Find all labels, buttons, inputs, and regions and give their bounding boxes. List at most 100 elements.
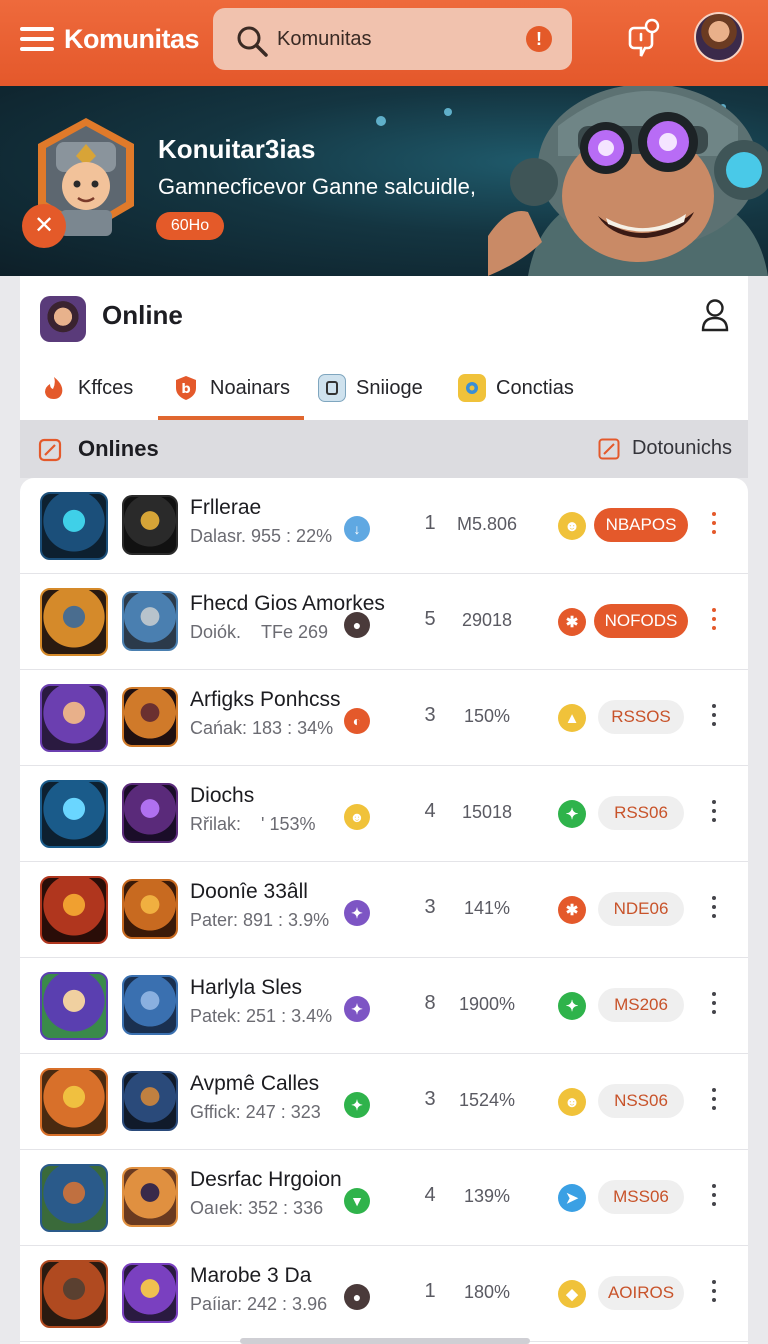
game-thumbnail[interactable]	[40, 588, 108, 656]
game-thumbnail[interactable]	[40, 1068, 108, 1136]
action-pill-button[interactable]: MS206	[598, 988, 684, 1022]
profile-icon[interactable]	[700, 298, 730, 332]
edit-icon	[598, 438, 620, 459]
bell-icon[interactable]	[626, 18, 662, 62]
game-cover[interactable]	[122, 783, 178, 843]
action-pill-button[interactable]: NOFODS	[594, 604, 688, 638]
banner-badge[interactable]: 60Ho	[156, 212, 224, 240]
more-options-icon[interactable]	[708, 1088, 720, 1116]
action-pill-button[interactable]: NDE06	[598, 892, 684, 926]
scroll-indicator[interactable]	[240, 1338, 530, 1344]
flame-icon	[40, 374, 68, 402]
stat-value: 150%	[463, 706, 511, 726]
stat-value: 1900%	[458, 994, 516, 1014]
tab-label: Sniioge	[356, 376, 423, 399]
alert-icon[interactable]: !	[526, 26, 552, 52]
game-cover[interactable]	[122, 1263, 178, 1323]
player-count: 4	[424, 800, 436, 822]
game-meta: Oaıek: 352 : 336	[190, 1198, 324, 1218]
game-thumbnail[interactable]	[40, 1260, 108, 1328]
promo-banner[interactable]: Konuitar3ias Gamnecficevor Ganne salcuid…	[0, 86, 768, 276]
game-cover[interactable]	[122, 591, 178, 651]
game-thumbnail[interactable]	[40, 972, 108, 1040]
status-icon: ➤	[558, 1184, 586, 1212]
stat-value: M5.806	[456, 514, 518, 534]
meta-badge-icon: ●	[344, 612, 370, 638]
tab-conctias[interactable]: Conctias	[458, 356, 574, 420]
player-count: 5	[424, 608, 436, 630]
tab-kffces[interactable]: Kffces	[40, 356, 133, 420]
more-options-icon[interactable]	[708, 1184, 720, 1212]
status-icon: ✦	[558, 800, 586, 828]
stat-value: 139%	[463, 1186, 511, 1206]
stat-value: 1524%	[458, 1090, 516, 1110]
more-options-icon[interactable]	[708, 512, 720, 540]
villain-character-icon	[488, 86, 768, 276]
status-icon: ✦	[558, 992, 586, 1020]
list-item[interactable]: Frllerae Dalasr. 955 : 22% ↓ 1 M5.806 ☻ …	[20, 478, 748, 574]
game-thumbnail[interactable]	[40, 876, 108, 944]
section-title: Onlines	[78, 436, 159, 461]
meta-badge-icon: ◐	[344, 708, 370, 734]
stat-value: 29018	[461, 610, 513, 630]
status-icon: ✱	[558, 608, 586, 636]
action-pill-button[interactable]: MSS06	[598, 1180, 684, 1214]
list-item[interactable]: Marobe 3 Da Paíiar: 242 : 3.96 ● 1 180% …	[20, 1246, 748, 1342]
game-thumbnail[interactable]	[40, 780, 108, 848]
game-cover[interactable]	[122, 879, 178, 939]
search-icon	[237, 26, 268, 57]
game-cover[interactable]	[122, 1167, 178, 1227]
list-item[interactable]: Doonîe 33âll Pater: 891 : 3.9% ✦ 3 141% …	[20, 862, 748, 958]
search-bar[interactable]: !	[213, 8, 572, 70]
user-avatar[interactable]	[694, 12, 744, 62]
game-meta: Patek: 251 : 3.4%	[190, 1006, 333, 1026]
game-name: Doonîe 33âll	[190, 880, 308, 903]
more-options-icon[interactable]	[708, 896, 720, 924]
game-thumbnail[interactable]	[40, 492, 108, 560]
online-title: Online	[102, 300, 183, 330]
game-cover[interactable]	[122, 687, 178, 747]
list-item[interactable]: Desrfac Hrgoion Oaıek: 352 : 336 ▼ 4 139…	[20, 1150, 748, 1246]
tab-label: Conctias	[496, 376, 574, 399]
status-icon: ☻	[558, 1088, 586, 1116]
player-count: 4	[424, 1184, 436, 1206]
tab-noainars[interactable]: b Noainars	[158, 356, 305, 420]
meta-badge-icon: ✦	[344, 1092, 370, 1118]
game-cover[interactable]	[122, 1071, 178, 1131]
tab-label: Noainars	[210, 376, 291, 399]
svg-text:b: b	[181, 382, 190, 397]
list-item[interactable]: Fhecd Gios Amorkes Doiók. TFe 269 ● 5 29…	[20, 574, 748, 670]
section-action-label: Dotounichs	[631, 437, 732, 459]
game-cover[interactable]	[122, 495, 178, 555]
tab-bar: Kffces b Noainars Sniioge Conctias	[20, 356, 748, 420]
list-item[interactable]: Harlyla Sles Patek: 251 : 3.4% ✦ 8 1900%…	[20, 958, 748, 1054]
game-thumbnail[interactable]	[40, 1164, 108, 1232]
list-item[interactable]: Avpmê Calles Gffick: 247 : 323 ✦ 3 1524%…	[20, 1054, 748, 1150]
action-pill-button[interactable]: NSS06	[598, 1084, 684, 1118]
action-pill-button[interactable]: RSS06	[598, 796, 684, 830]
section-action-button[interactable]: Dotounichs	[598, 437, 732, 460]
action-pill-button[interactable]: RSSOS	[598, 700, 684, 734]
action-pill-button[interactable]: AOIROS	[598, 1276, 684, 1310]
more-options-icon[interactable]	[708, 800, 720, 828]
more-options-icon[interactable]	[708, 1280, 720, 1308]
game-thumbnail[interactable]	[40, 684, 108, 752]
action-pill-button[interactable]: NBAPOS	[594, 508, 688, 542]
tab-sniioge[interactable]: Sniioge	[318, 356, 423, 420]
close-button[interactable]: ✕	[22, 204, 66, 248]
list-item[interactable]: Diochs Rřilak: ' 153% ☻ 4 15018 ✦ RSS06	[20, 766, 748, 862]
box-icon	[318, 374, 346, 402]
game-name: Arfigks Ponhcss	[190, 688, 341, 711]
meta-badge-icon: ●	[344, 1284, 370, 1310]
search-input[interactable]	[277, 24, 517, 54]
more-options-icon[interactable]	[708, 608, 720, 636]
game-cover[interactable]	[122, 975, 178, 1035]
banner-subtitle: Gamnecficevor Ganne salcuidle,	[158, 174, 476, 199]
list-item[interactable]: Arfigks Ponhcss Cańak: 183 : 34% ◐ 3 150…	[20, 670, 748, 766]
more-options-icon[interactable]	[708, 704, 720, 732]
more-options-icon[interactable]	[708, 992, 720, 1020]
hamburger-icon[interactable]	[20, 27, 54, 53]
meta-badge-icon: ☻	[344, 804, 370, 830]
tab-label: Kffces	[78, 376, 134, 399]
game-meta: Cańak: 183 : 34%	[190, 718, 334, 738]
